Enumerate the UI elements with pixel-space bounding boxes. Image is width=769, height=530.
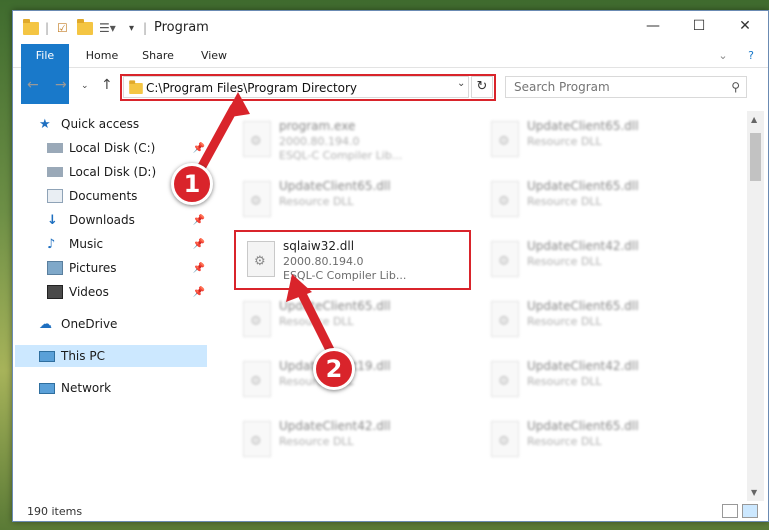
callout-arrows [195, 92, 335, 355]
callout-badge-1: 1 [171, 163, 213, 205]
arrow-1 [195, 103, 239, 175]
arrow-1-head [224, 92, 250, 118]
arrow-2 [295, 285, 335, 355]
callout-badge-2: 2 [313, 348, 355, 390]
